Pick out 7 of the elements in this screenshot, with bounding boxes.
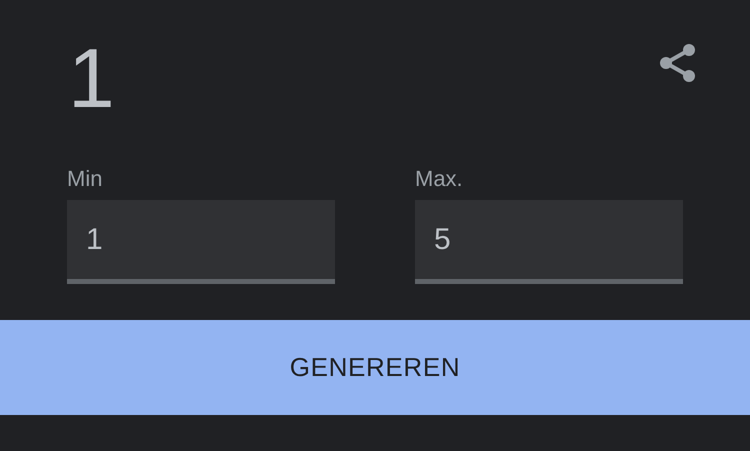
number-input[interactable]: 1 — [67, 200, 335, 284]
field-label: Min — [67, 168, 102, 190]
number-input[interactable]: 5 — [415, 200, 683, 284]
field-label: Max. — [415, 168, 463, 190]
generate-button[interactable]: GENEREREN — [0, 320, 750, 415]
share-icon[interactable] — [658, 42, 698, 84]
result-number: 1 — [68, 36, 115, 120]
